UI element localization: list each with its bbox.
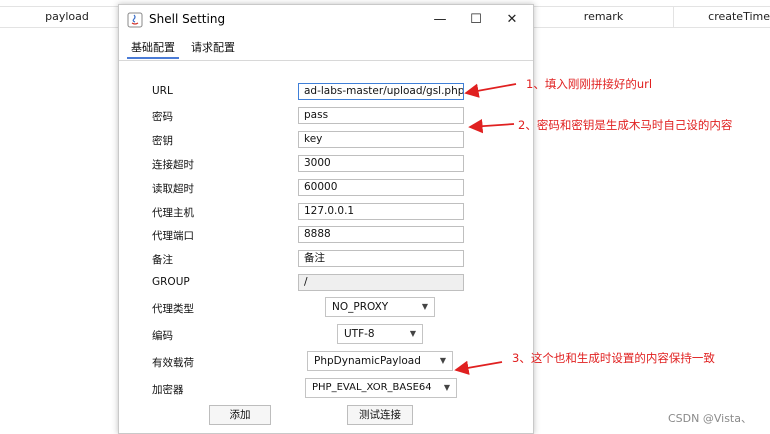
proxy-host-input[interactable]: 127.0.0.1 [298, 203, 464, 220]
key-input[interactable]: key [298, 131, 464, 148]
payload-value: PhpDynamicPayload [314, 355, 421, 367]
watermark: CSDN @Vista、 [668, 412, 752, 425]
password-label: 密码 [152, 111, 173, 123]
read-timeout-label: 读取超时 [152, 183, 194, 195]
chevron-down-icon: ▼ [443, 383, 450, 392]
remark-label: 备注 [152, 254, 173, 266]
annotation-2: 2、密码和密钥是生成木马时自己设的内容 [518, 118, 733, 132]
proxy-host-label: 代理主机 [152, 207, 194, 219]
chevron-down-icon: ▼ [439, 356, 446, 365]
proxy-type-select[interactable]: NO_PROXY ▼ [325, 297, 435, 317]
group-input: / [298, 274, 464, 291]
encryptor-value: PHP_EVAL_XOR_BASE64 [312, 382, 432, 393]
url-input[interactable]: ad-labs-master/upload/gsl.php [298, 83, 464, 100]
group-label: GROUP [152, 276, 190, 288]
dialog-title: Shell Setting [149, 12, 226, 26]
annotation-1: 1、填入刚刚拼接好的url [526, 77, 653, 91]
title-bar[interactable]: Shell Setting — ☐ ✕ [119, 5, 533, 35]
tab-request-config[interactable]: 请求配置 [187, 39, 239, 59]
column-header-createtime[interactable]: createTime [674, 7, 770, 27]
column-header-payload[interactable]: payload [0, 7, 135, 27]
tab-divider [119, 60, 533, 61]
remark-input[interactable]: 备注 [298, 250, 464, 267]
key-label: 密钥 [152, 135, 173, 147]
column-header-remark[interactable]: remark [534, 7, 674, 27]
encoding-select[interactable]: UTF-8 ▼ [337, 324, 423, 344]
shell-setting-dialog: Shell Setting — ☐ ✕ 基础配置 请求配置 URL ad-lab… [118, 4, 534, 434]
payload-label: 有效载荷 [152, 357, 194, 369]
proxy-port-label: 代理端口 [152, 230, 194, 242]
encoding-label: 编码 [152, 330, 173, 342]
chevron-down-icon: ▼ [409, 329, 416, 338]
encryptor-select[interactable]: PHP_EVAL_XOR_BASE64 ▼ [305, 378, 457, 398]
test-connection-button[interactable]: 测试连接 [347, 405, 413, 425]
annotation-3: 3、这个也和生成时设置的内容保持一致 [512, 351, 715, 365]
connect-timeout-input[interactable]: 3000 [298, 155, 464, 172]
encryptor-label: 加密器 [152, 384, 184, 396]
proxy-type-label: 代理类型 [152, 303, 194, 315]
add-button[interactable]: 添加 [209, 405, 271, 425]
java-app-icon [127, 12, 143, 28]
payload-select[interactable]: PhpDynamicPayload ▼ [307, 351, 453, 371]
connect-timeout-label: 连接超时 [152, 159, 194, 171]
proxy-type-value: NO_PROXY [332, 301, 389, 313]
read-timeout-input[interactable]: 60000 [298, 179, 464, 196]
tab-strip: 基础配置 请求配置 [119, 37, 533, 59]
tab-basic-config[interactable]: 基础配置 [127, 39, 179, 59]
minimize-button[interactable]: — [425, 9, 455, 31]
maximize-button[interactable]: ☐ [461, 9, 491, 31]
chevron-down-icon: ▼ [421, 302, 428, 311]
password-input[interactable]: pass [298, 107, 464, 124]
url-label: URL [152, 85, 173, 97]
proxy-port-input[interactable]: 8888 [298, 226, 464, 243]
encoding-value: UTF-8 [344, 328, 375, 340]
close-button[interactable]: ✕ [497, 9, 527, 31]
